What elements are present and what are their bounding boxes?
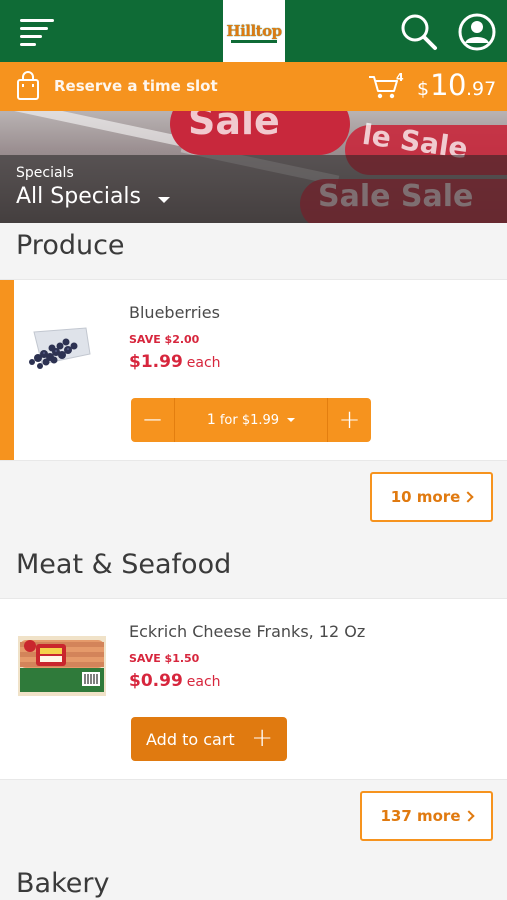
specials-banner: Sale le Sale Sale Sale Specials All Spec… bbox=[0, 111, 507, 223]
product-price: $1.99 each bbox=[129, 352, 221, 372]
cheese-franks-image[interactable] bbox=[18, 636, 106, 696]
quantity-select[interactable]: 1 for $1.99 bbox=[175, 398, 327, 442]
more-meat-seafood-button[interactable]: 137 more bbox=[360, 791, 493, 841]
reserve-cart-bar: Reserve a time slot 4 $ 10 .97 bbox=[0, 62, 507, 111]
chevron-down-icon bbox=[287, 418, 296, 422]
more-produce-button[interactable]: 10 more bbox=[370, 472, 493, 522]
product-name[interactable]: Blueberries bbox=[129, 303, 220, 322]
search-icon[interactable] bbox=[398, 12, 438, 52]
section-title-bakery: Bakery bbox=[16, 868, 110, 899]
add-to-cart-label: Add to cart bbox=[146, 729, 235, 749]
app-page: Hilltop Reserve a time slot 4 $ 10 .97 S… bbox=[0, 0, 507, 900]
cart-total-dollars: 10 bbox=[430, 68, 466, 102]
product-save-badge: SAVE $1.50 bbox=[129, 652, 200, 665]
more-button-label: 137 more bbox=[380, 807, 461, 825]
product-save-badge: SAVE $2.00 bbox=[129, 333, 200, 346]
section-title-meat-seafood: Meat & Seafood bbox=[16, 549, 232, 580]
more-button-label: 10 more bbox=[390, 488, 461, 506]
add-to-cart-button[interactable]: Add to cart + bbox=[131, 717, 287, 761]
quantity-price-text: for $1.99 bbox=[219, 412, 280, 428]
section-title-produce: Produce bbox=[16, 230, 125, 261]
shopping-bag-icon[interactable] bbox=[16, 71, 40, 101]
product-card-blueberries[interactable]: Blueberries SAVE $2.00 $1.99 each − 1 for… bbox=[0, 279, 507, 461]
banner-light-stripe bbox=[0, 111, 199, 150]
cart-total-currency: $ bbox=[417, 78, 430, 100]
top-nav-bar: Hilltop bbox=[0, 0, 507, 62]
cart-total-cents: .97 bbox=[466, 78, 497, 100]
product-price-unit: each bbox=[186, 355, 221, 371]
product-price-value: $0.99 bbox=[129, 671, 183, 691]
cart-total[interactable]: $ 10 .97 bbox=[417, 68, 496, 102]
product-price-value: $1.99 bbox=[129, 352, 183, 372]
chevron-right-icon bbox=[462, 491, 474, 503]
store-logo[interactable]: Hilltop bbox=[223, 0, 285, 62]
quantity-decrease-button[interactable]: − bbox=[131, 398, 175, 442]
hamburger-menu-icon[interactable] bbox=[20, 16, 54, 46]
card-accent-bar bbox=[0, 280, 14, 460]
quantity-stepper: − 1 for $1.99 + bbox=[131, 398, 371, 442]
product-price: $0.99 each bbox=[129, 671, 221, 691]
specials-dropdown[interactable]: All Specials bbox=[16, 184, 141, 209]
product-name[interactable]: Eckrich Cheese Franks, 12 Oz bbox=[129, 622, 365, 641]
quantity-increase-button[interactable]: + bbox=[327, 398, 371, 442]
logo-text: Hilltop bbox=[226, 22, 282, 40]
quantity-value: 1 bbox=[206, 412, 216, 428]
product-price-unit: each bbox=[186, 674, 221, 690]
sale-sign-image: Sale bbox=[188, 111, 280, 143]
chevron-right-icon bbox=[462, 810, 475, 822]
blueberries-image[interactable] bbox=[24, 324, 94, 370]
plus-icon: + bbox=[251, 723, 273, 753]
cart-count-badge: 4 bbox=[396, 71, 404, 84]
logo-underline bbox=[231, 40, 277, 43]
chevron-down-icon[interactable] bbox=[158, 197, 170, 203]
account-icon[interactable] bbox=[457, 12, 497, 52]
specials-label: Specials bbox=[16, 165, 74, 181]
product-card-cheese-franks[interactable]: Eckrich Cheese Franks, 12 Oz SAVE $1.50 … bbox=[0, 598, 507, 780]
reserve-time-slot-link[interactable]: Reserve a time slot bbox=[54, 77, 218, 95]
